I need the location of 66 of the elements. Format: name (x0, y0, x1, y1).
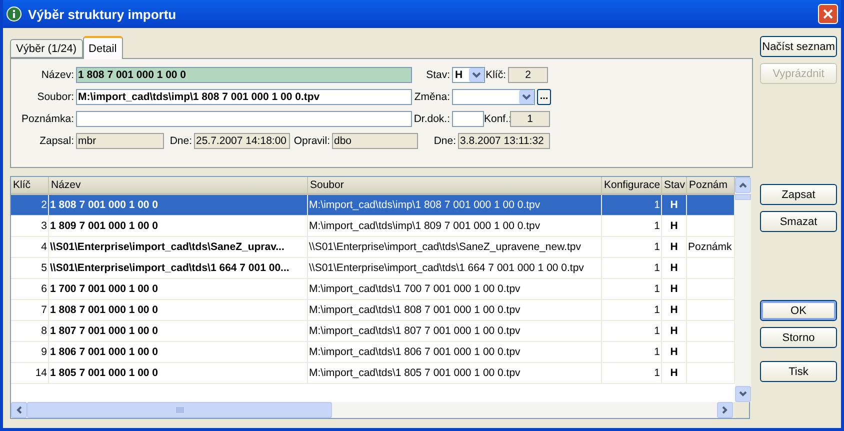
table-cell: 14 (11, 363, 49, 384)
field-label: Stav: (425, 69, 451, 81)
scroll-left-button[interactable] (11, 402, 27, 418)
action-button[interactable]: Načíst seznam (760, 36, 837, 57)
scroll-up-button[interactable] (735, 177, 751, 193)
action-button[interactable]: Zapsat (760, 184, 837, 205)
field-label: Opravil: (292, 135, 331, 147)
input-field[interactable] (76, 111, 412, 127)
column-header[interactable]: Konfigurace (602, 177, 662, 193)
input-field[interactable]: M:\import_cad\tds\imp\1 808 7 001 000 1 00 0.tpv (76, 89, 412, 105)
field-label: Název: (40, 69, 75, 81)
table-row[interactable]: 2 1 808 7 001 000 1 00 0 M:\import_cad\tds\imp\1 808 7 001 000 1 00 0.tpv 1 H (11, 195, 735, 216)
readonly-field: dbo (332, 133, 418, 149)
action-button[interactable]: OK (760, 300, 837, 321)
scroll-right-button[interactable] (717, 402, 733, 418)
field-label: Konf.: (484, 113, 510, 125)
field-label: Soubor: (36, 91, 75, 103)
state-dropdown[interactable]: H (452, 67, 485, 83)
table-cell: 1 805 7 001 000 1 00 0 (49, 363, 308, 384)
field-label: Dne: (168, 135, 193, 147)
grip-icon (176, 407, 184, 413)
close-icon (823, 9, 833, 19)
action-button[interactable]: Smazat (760, 211, 837, 232)
scrollbar-thumb[interactable] (27, 402, 332, 418)
vertical-scrollbar[interactable] (735, 177, 751, 402)
field-label: Zapsal: (38, 135, 75, 147)
horizontal-scrollbar[interactable] (11, 402, 749, 418)
column-header[interactable]: Klíč (11, 177, 49, 193)
scrollbar-corner (733, 402, 749, 418)
field-label: Poznámka: (20, 113, 75, 125)
action-button[interactable]: Tisk (760, 361, 837, 382)
readonly-field: 2 (508, 67, 548, 83)
table-row[interactable]: 4 \\S01\Enterprise\import_cad\tds\SaneZ_uprav... \\S01\Enterprise\import_cad\tds\SaneZ_upravene_new.tpv 1 H Poznámk (11, 237, 735, 258)
readonly-field: 25.7.2007 14:18:00 (194, 133, 290, 149)
table-cell: H (662, 363, 687, 384)
table-row[interactable]: 6 1 700 7 001 000 1 00 0 M:\import_cad\tds\1 700 7 001 000 1 00 0.tpv 1 H (11, 279, 735, 300)
tab[interactable]: Detail (82, 36, 123, 59)
table-row[interactable]: 9 1 806 7 001 000 1 00 0 M:\import_cad\tds\1 806 7 001 000 1 00 0.tpv 1 H (11, 342, 735, 363)
readonly-field: 3.8.2007 13:11:32 (458, 133, 550, 149)
field-label: Dne: (432, 135, 457, 147)
change-combobox[interactable] (452, 89, 535, 105)
table-row[interactable]: 3 1 809 7 001 000 1 00 0 M:\import_cad\tds\imp\1 809 7 001 000 1 00 0.tpv 1 H (11, 216, 735, 237)
tab[interactable]: Výběr (1/24) (10, 39, 83, 58)
table-row[interactable]: 7 1 808 7 001 000 1 00 0 M:\import_cad\tds\1 808 7 001 000 1 00 0.tpv 1 H (11, 300, 735, 321)
column-header[interactable]: Soubor (308, 177, 602, 193)
info-icon (6, 6, 22, 22)
scroll-down-button[interactable] (735, 386, 751, 402)
table-row[interactable]: 5 \\S01\Enterprise\import_cad\tds\1 664 7 001 00... \\S01\Enterprise\import_cad\tds\1 664 7 001 000 1 00 0.tpv 1 H (11, 258, 735, 279)
column-header[interactable]: Název (49, 177, 308, 193)
input-field[interactable] (452, 111, 484, 127)
readonly-field: mbr (76, 133, 164, 149)
input-field[interactable]: 1 808 7 001 000 1 00 0 (76, 67, 412, 83)
field-label: Klíč: (485, 69, 507, 81)
table-row[interactable]: 8 1 807 7 001 000 1 00 0 M:\import_cad\tds\1 807 7 001 000 1 00 0.tpv 1 H (11, 321, 735, 342)
field-label: Dr.dok.: (412, 113, 451, 125)
close-button[interactable] (818, 4, 838, 24)
scrollbar-thumb[interactable] (735, 194, 751, 200)
field-label: Změna: (413, 91, 451, 103)
window-title: Výběr struktury importu (28, 6, 178, 22)
action-button[interactable]: Storno (760, 327, 837, 348)
table-cell: 1 (602, 363, 662, 384)
readonly-field: 1 (510, 111, 550, 127)
table-cell: M:\import_cad\tds\1 805 7 001 000 1 00 0.tpv (308, 363, 602, 384)
browse-button[interactable]: ... (537, 89, 551, 105)
table-row[interactable]: 14 1 805 7 001 000 1 00 0 M:\import_cad\tds\1 805 7 001 000 1 00 0.tpv 1 H (11, 363, 735, 384)
column-header[interactable]: Stav (662, 177, 687, 193)
